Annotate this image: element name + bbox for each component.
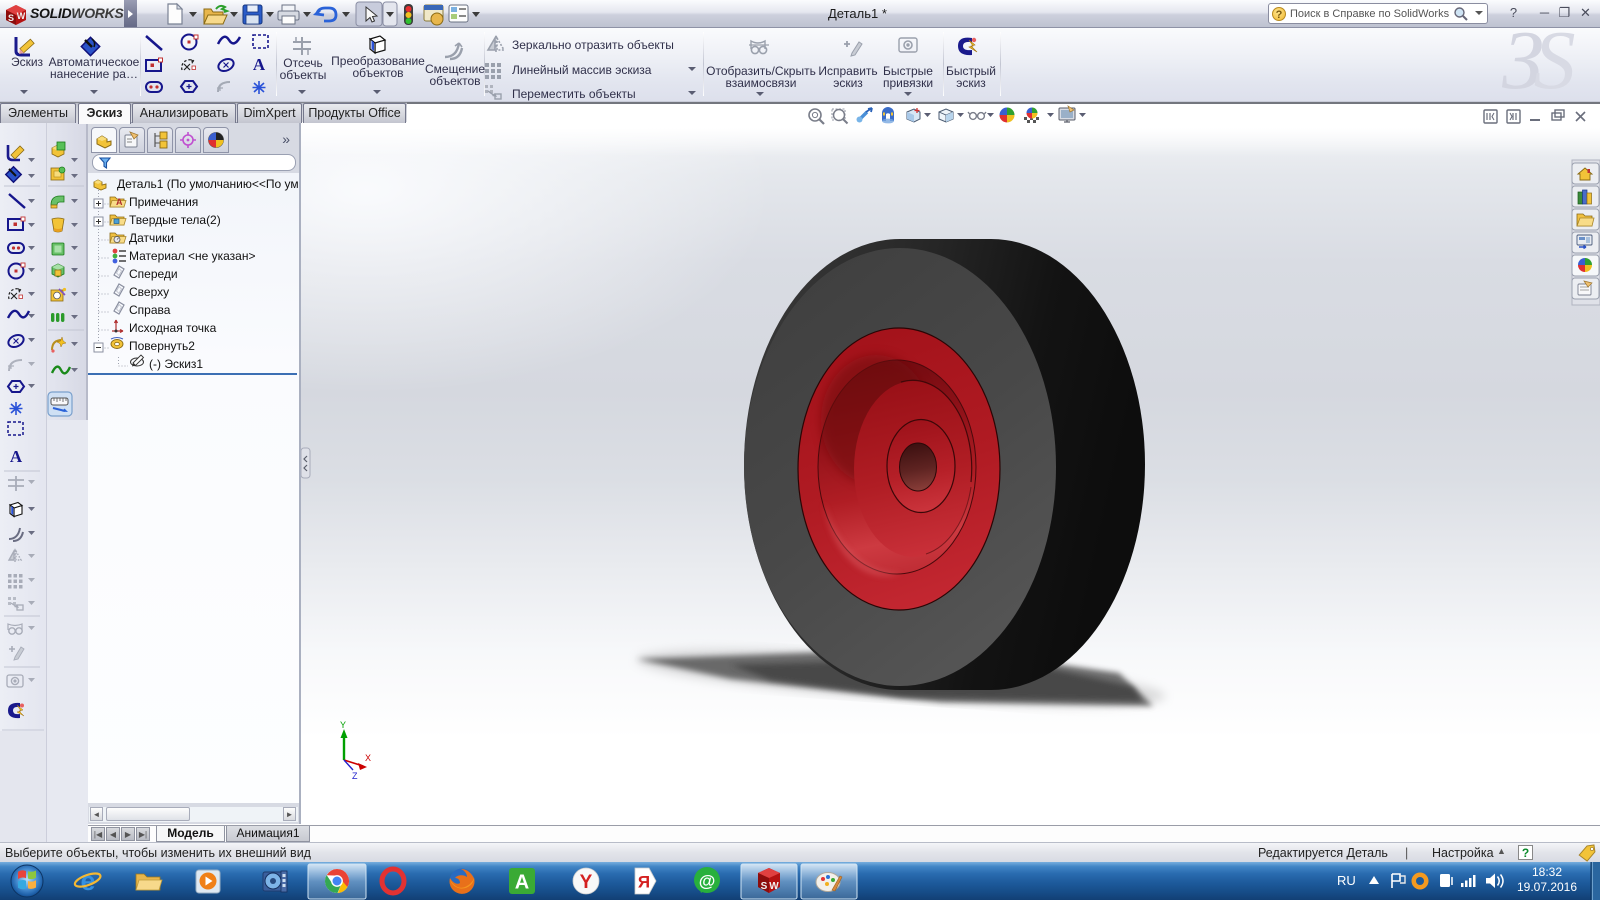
svg-text:RU: RU — [1337, 873, 1356, 888]
svg-text:Я: Я — [638, 873, 650, 892]
svg-text:19.07.2016: 19.07.2016 — [1517, 880, 1577, 894]
svg-text:Z: Z — [352, 771, 358, 781]
svg-text:A: A — [253, 55, 266, 74]
svg-text:W: W — [17, 11, 26, 21]
svg-text:@: @ — [699, 872, 716, 891]
svg-text:W: W — [769, 881, 779, 892]
svg-text:18:32: 18:32 — [1532, 865, 1562, 879]
svg-text:A: A — [10, 447, 23, 466]
svg-text:A: A — [116, 197, 123, 207]
svg-text:Y: Y — [580, 872, 593, 893]
svg-text:A: A — [515, 872, 529, 894]
svg-text:Y: Y — [340, 720, 346, 730]
svg-text:S: S — [761, 881, 768, 892]
svg-text:S: S — [8, 13, 14, 23]
svg-text:e: e — [80, 866, 95, 896]
svg-text:X: X — [365, 753, 371, 763]
